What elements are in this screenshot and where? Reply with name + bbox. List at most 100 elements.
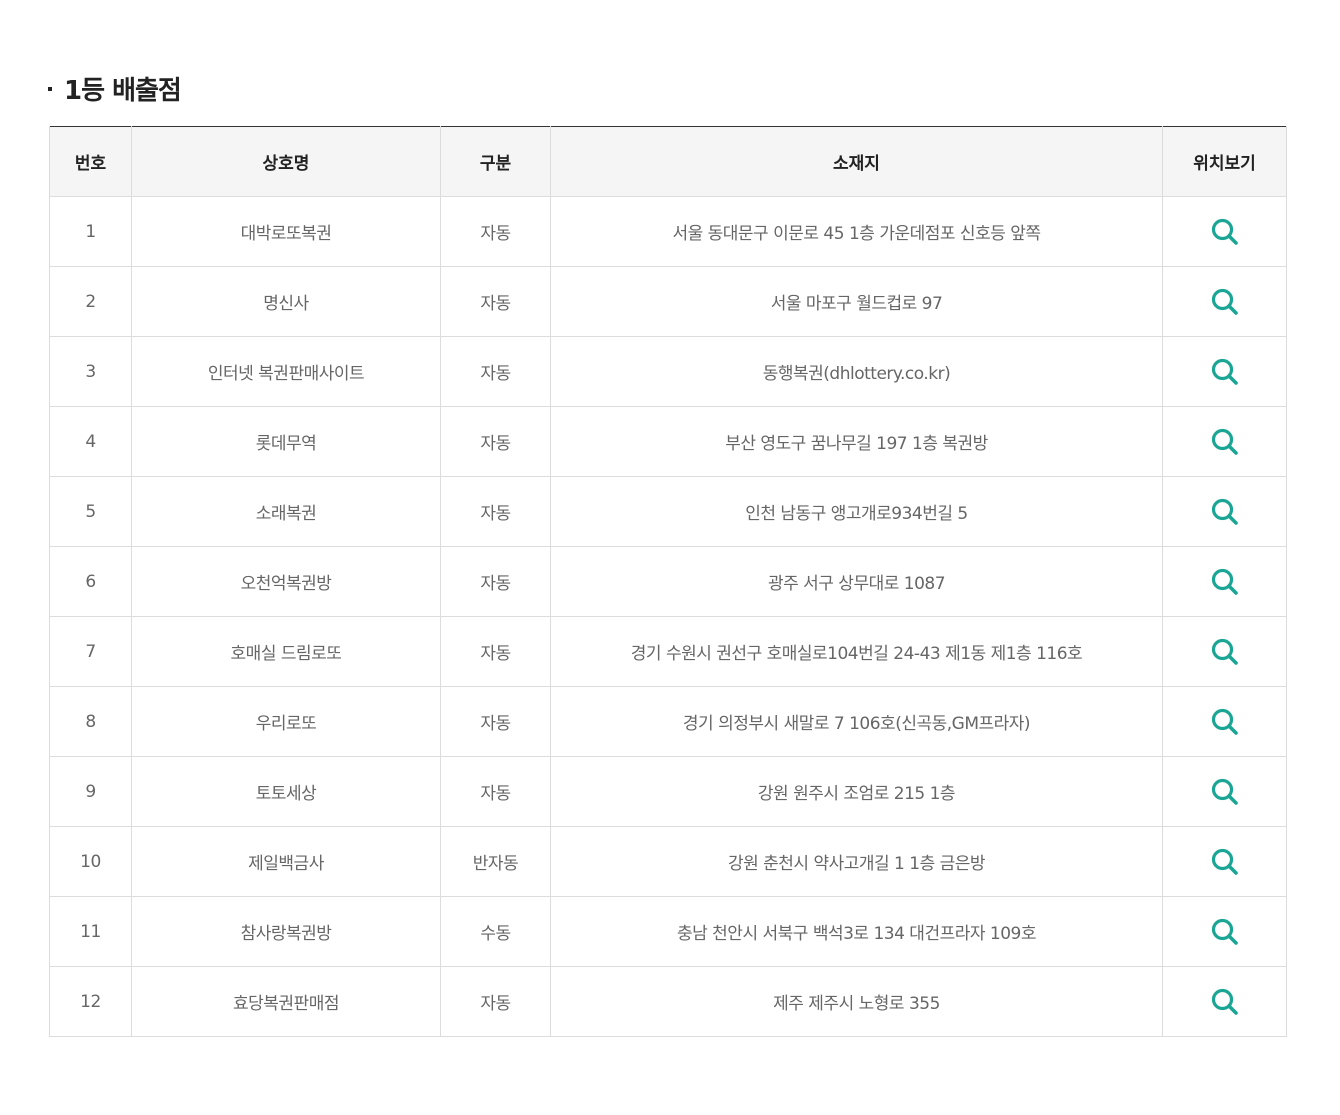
table-row: 10 제일백금사 반자동 강원 춘천시 약사고개길 1 1층 금은방: [49, 826, 1287, 897]
view-location-button[interactable]: [1208, 635, 1242, 669]
cell-location: [1162, 966, 1287, 1037]
cell-store-name: 토토세상: [131, 756, 441, 827]
view-location-button[interactable]: [1208, 705, 1242, 739]
cell-store-name: 효당복권판매점: [131, 966, 441, 1037]
header-type: 구분: [440, 126, 551, 197]
cell-store-name: 명신사: [131, 266, 441, 337]
view-location-button[interactable]: [1208, 565, 1242, 599]
cell-type: 자동: [440, 616, 551, 687]
cell-no: 7: [49, 616, 132, 687]
search-icon: [1211, 708, 1238, 735]
view-location-button[interactable]: [1208, 775, 1242, 809]
cell-type: 반자동: [440, 826, 551, 897]
view-location-button[interactable]: [1208, 495, 1242, 529]
header-address: 소재지: [550, 126, 1163, 197]
cell-no: 2: [49, 266, 132, 337]
table-body: 1 대박로또복권 자동 서울 동대문구 이문로 45 1층 가운데점포 신호등 앞쪽 2…: [49, 196, 1287, 1037]
cell-store-name: 소래복권: [131, 476, 441, 547]
cell-store-name: 대박로또복권: [131, 196, 441, 267]
cell-address: 강원 춘천시 약사고개길 1 1층 금은방: [550, 826, 1163, 897]
cell-no: 3: [49, 336, 132, 407]
search-icon: [1211, 498, 1238, 525]
search-icon: [1211, 778, 1238, 805]
cell-no: 6: [49, 546, 132, 617]
cell-store-name: 롯데무역: [131, 406, 441, 477]
cell-address: 강원 원주시 조엄로 215 1층: [550, 756, 1163, 827]
cell-location: [1162, 476, 1287, 547]
search-icon: [1211, 358, 1238, 385]
table-row: 3 인터넷 복권판매사이트 자동 동행복권(dhlottery.co.kr): [49, 336, 1287, 407]
table-row: 12 효당복권판매점 자동 제주 제주시 노형로 355: [49, 966, 1287, 1037]
cell-address: 서울 동대문구 이문로 45 1층 가운데점포 신호등 앞쪽: [550, 196, 1163, 267]
view-location-button[interactable]: [1208, 355, 1242, 389]
bullet-icon: [48, 87, 52, 91]
search-icon: [1211, 848, 1238, 875]
header-no: 번호: [49, 126, 132, 197]
table-row: 8 우리로또 자동 경기 의정부시 새말로 7 106호(신곡동,GM프라자): [49, 686, 1287, 757]
cell-location: [1162, 896, 1287, 967]
cell-store-name: 참사랑복권방: [131, 896, 441, 967]
cell-location: [1162, 826, 1287, 897]
cell-no: 8: [49, 686, 132, 757]
cell-type: 자동: [440, 266, 551, 337]
search-icon: [1211, 218, 1238, 245]
cell-address: 인천 남동구 앵고개로934번길 5: [550, 476, 1163, 547]
cell-store-name: 오천억복권방: [131, 546, 441, 617]
cell-no: 5: [49, 476, 132, 547]
cell-no: 9: [49, 756, 132, 827]
section-header: 1등 배출점: [48, 68, 1286, 108]
cell-store-name: 제일백금사: [131, 826, 441, 897]
table-row: 2 명신사 자동 서울 마포구 월드컵로 97: [49, 266, 1287, 337]
view-location-button[interactable]: [1208, 985, 1242, 1019]
cell-type: 수동: [440, 896, 551, 967]
cell-location: [1162, 686, 1287, 757]
table-row: 6 오천억복권방 자동 광주 서구 상무대로 1087: [49, 546, 1287, 617]
cell-store-name: 호매실 드림로또: [131, 616, 441, 687]
winning-stores-section: 1등 배출점 번호 상호명 구분 소재지 위치보기 1 대박로또복권 자동 서울 동대…: [48, 68, 1287, 1037]
cell-location: [1162, 406, 1287, 477]
cell-no: 12: [49, 966, 132, 1037]
cell-address: 경기 수원시 권선구 호매실로104번길 24-43 제1동 제1층 116호: [550, 616, 1163, 687]
cell-location: [1162, 266, 1287, 337]
header-name: 상호명: [131, 126, 441, 197]
cell-address: 서울 마포구 월드컵로 97: [550, 266, 1163, 337]
cell-no: 11: [49, 896, 132, 967]
table-header-row: 번호 상호명 구분 소재지 위치보기: [49, 126, 1287, 197]
search-icon: [1211, 428, 1238, 455]
cell-address: 제주 제주시 노형로 355: [550, 966, 1163, 1037]
cell-type: 자동: [440, 966, 551, 1037]
cell-location: [1162, 546, 1287, 617]
cell-address: 경기 의정부시 새말로 7 106호(신곡동,GM프라자): [550, 686, 1163, 757]
cell-type: 자동: [440, 476, 551, 547]
cell-no: 4: [49, 406, 132, 477]
cell-no: 1: [49, 196, 132, 267]
winning-stores-table: 번호 상호명 구분 소재지 위치보기 1 대박로또복권 자동 서울 동대문구 이문로 …: [49, 126, 1287, 1037]
cell-type: 자동: [440, 546, 551, 617]
cell-location: [1162, 616, 1287, 687]
cell-address: 광주 서구 상무대로 1087: [550, 546, 1163, 617]
table-row: 1 대박로또복권 자동 서울 동대문구 이문로 45 1층 가운데점포 신호등 앞쪽: [49, 196, 1287, 267]
cell-location: [1162, 196, 1287, 267]
table-row: 4 롯데무역 자동 부산 영도구 꿈나무길 197 1층 복권방: [49, 406, 1287, 477]
view-location-button[interactable]: [1208, 285, 1242, 319]
view-location-button[interactable]: [1208, 845, 1242, 879]
view-location-button[interactable]: [1208, 915, 1242, 949]
table-row: 7 호매실 드림로또 자동 경기 수원시 권선구 호매실로104번길 24-43 제1…: [49, 616, 1287, 687]
cell-address: 동행복권(dhlottery.co.kr): [550, 336, 1163, 407]
cell-location: [1162, 756, 1287, 827]
search-icon: [1211, 568, 1238, 595]
table-row: 11 참사랑복권방 수동 충남 천안시 서북구 백석3로 134 대건프라자 109호: [49, 896, 1287, 967]
cell-store-name: 우리로또: [131, 686, 441, 757]
cell-type: 자동: [440, 406, 551, 477]
cell-address: 충남 천안시 서북구 백석3로 134 대건프라자 109호: [550, 896, 1163, 967]
view-location-button[interactable]: [1208, 425, 1242, 459]
search-icon: [1211, 988, 1238, 1015]
cell-location: [1162, 336, 1287, 407]
search-icon: [1211, 918, 1238, 945]
cell-type: 자동: [440, 686, 551, 757]
table-row: 5 소래복권 자동 인천 남동구 앵고개로934번길 5: [49, 476, 1287, 547]
view-location-button[interactable]: [1208, 215, 1242, 249]
search-icon: [1211, 638, 1238, 665]
search-icon: [1211, 288, 1238, 315]
section-title: 1등 배출점: [64, 75, 182, 106]
